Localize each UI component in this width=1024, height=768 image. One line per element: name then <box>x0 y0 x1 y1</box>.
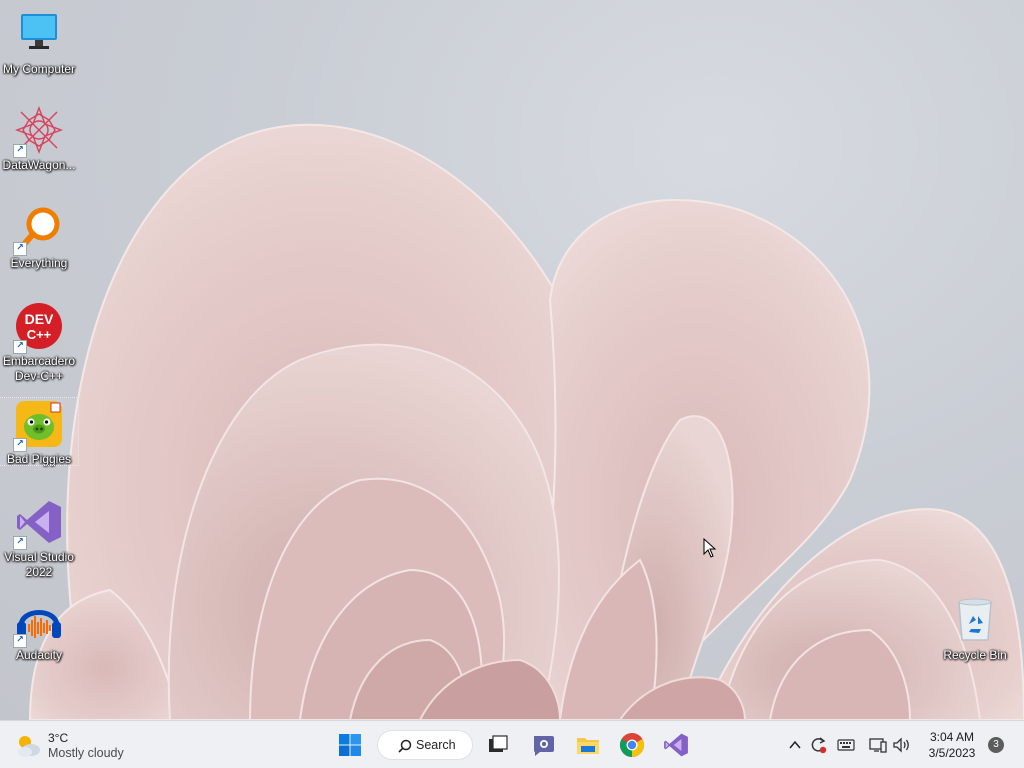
mouse-cursor-icon <box>703 538 717 558</box>
desktop-icon-label: DataWagon... <box>2 158 76 172</box>
network-icon[interactable] <box>868 735 888 755</box>
shortcut-arrow-icon: ↗ <box>13 144 27 158</box>
taskbar: 3°C Mostly cloudy Search 3:04 AM 3/5/202… <box>0 720 1024 768</box>
desktop-icon-label: Visual Studio 2022 <box>4 550 74 579</box>
svg-text:C++: C++ <box>27 327 52 342</box>
desktop-icon-recycle-bin[interactable]: Recycle Bin <box>936 596 1014 663</box>
wallpaper-bloom <box>28 123 1024 720</box>
show-hidden-icons-chevron-icon[interactable] <box>785 735 805 755</box>
desktop-icon-visual-studio[interactable]: ↗ Visual Studio 2022 <box>0 498 78 580</box>
clock-date: 3/5/2023 <box>928 746 976 760</box>
desktop-icon-label: Embarcadero Dev-C++ <box>2 354 76 383</box>
recycle-bin-icon <box>951 596 999 644</box>
clock[interactable]: 3:04 AM 3/5/2023 <box>920 729 984 761</box>
desktop-icon-devcpp[interactable]: DEV C++ ↗ Embarcadero Dev-C++ <box>0 302 78 384</box>
shortcut-arrow-icon: ↗ <box>13 536 27 550</box>
desktop-icon-my-computer[interactable]: My Computer <box>0 10 78 77</box>
desktop-icon-bad-piggies[interactable]: ↗ Bad Piggies <box>0 397 79 466</box>
teams-chat-icon <box>534 736 554 756</box>
desktop[interactable]: My Computer ↗ DataWagon... ↗ Everything … <box>0 0 1024 720</box>
search-label: Search <box>416 738 456 752</box>
clock-time: 3:04 AM <box>929 730 975 744</box>
bad-piggies-icon: ↗ <box>13 400 63 452</box>
partly-cloudy-icon <box>18 736 40 757</box>
chrome-icon <box>619 733 645 757</box>
visual-studio-icon: ↗ <box>13 498 63 550</box>
everything-search-icon: ↗ <box>13 204 63 256</box>
desktop-icon-label: Bad Piggies <box>6 452 72 466</box>
desktop-icon-everything[interactable]: ↗ Everything <box>0 204 78 271</box>
notification-badge[interactable]: 3 <box>988 737 1004 753</box>
volume-icon[interactable] <box>892 735 912 755</box>
desktop-icon-label: Audacity <box>15 648 63 662</box>
task-view-icon <box>489 735 508 752</box>
devcpp-icon: DEV C++ ↗ <box>13 302 63 354</box>
search-icon <box>398 739 412 753</box>
visual-studio-taskbar-button[interactable] <box>660 729 692 761</box>
desktop-icon-datawagon[interactable]: ↗ DataWagon... <box>0 106 78 173</box>
shortcut-arrow-icon: ↗ <box>13 340 27 354</box>
shortcut-arrow-icon: ↗ <box>13 634 27 648</box>
desktop-icon-label: Recycle Bin <box>943 648 1007 662</box>
weather-condition: Mostly cloudy <box>48 746 124 760</box>
monitor-icon <box>15 10 63 58</box>
windows-logo-icon <box>339 734 361 756</box>
task-view-button[interactable] <box>482 729 514 761</box>
visual-studio-icon <box>664 733 688 757</box>
desktop-icon-label: My Computer <box>2 62 76 76</box>
audacity-icon: ↗ <box>13 596 63 648</box>
shortcut-arrow-icon: ↗ <box>13 242 27 256</box>
desktop-icon-audacity[interactable]: ↗ Audacity <box>0 596 78 663</box>
weather-temperature: 3°C <box>48 731 69 745</box>
weather-widget[interactable]: 3°C Mostly cloudy <box>14 729 124 763</box>
file-explorer-button[interactable] <box>572 729 604 761</box>
folder-icon <box>577 738 599 754</box>
datawagon-icon: ↗ <box>13 106 63 158</box>
sync-update-icon[interactable] <box>808 735 828 755</box>
desktop-icon-label: Everything <box>10 256 68 270</box>
chat-button[interactable] <box>527 729 559 761</box>
search-box[interactable]: Search <box>377 730 473 760</box>
shortcut-arrow-icon: ↗ <box>13 438 27 452</box>
start-button[interactable] <box>334 729 366 761</box>
chrome-button[interactable] <box>616 729 648 761</box>
keyboard-icon[interactable] <box>836 735 856 755</box>
svg-text:DEV: DEV <box>25 311 54 327</box>
